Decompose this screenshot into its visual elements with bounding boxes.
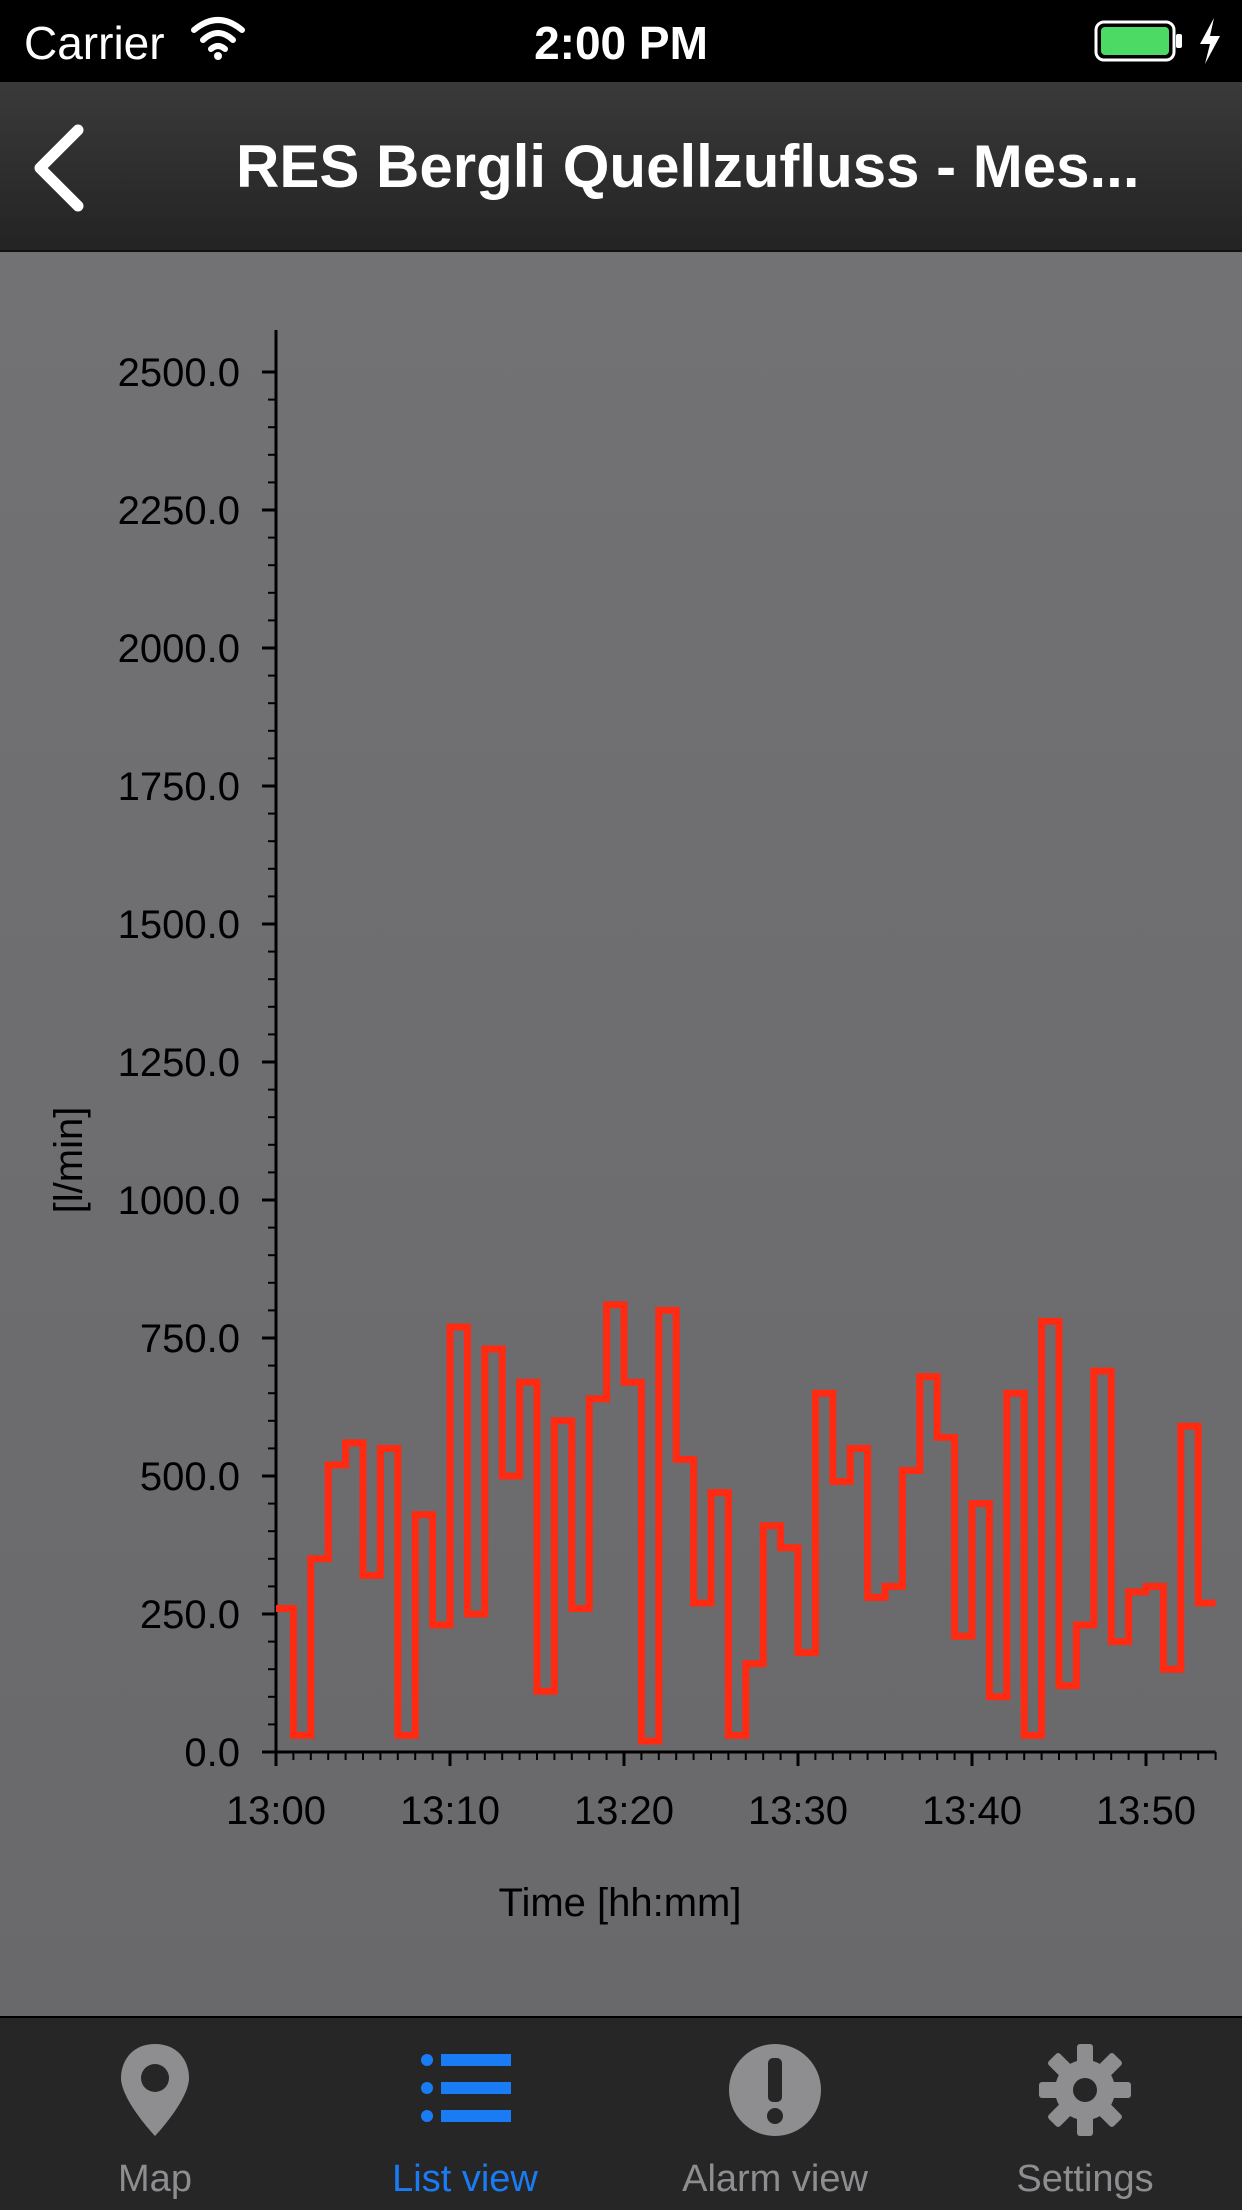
- data-series-line: [276, 1301, 1216, 1745]
- y-tick-label: 500.0: [140, 1455, 240, 1499]
- x-tick-label: 13:20: [574, 1789, 674, 1833]
- y-axis-title: [l/min]: [47, 1107, 91, 1214]
- tab-label-alarm-view: Alarm view: [682, 2158, 868, 2200]
- back-button[interactable]: [20, 118, 110, 218]
- clock: 2:00 PM: [534, 17, 708, 69]
- gear-icon: [1039, 2044, 1131, 2136]
- page-title: RES Bergli Quellzufluss - Mes...: [236, 133, 1140, 200]
- tab-settings[interactable]: Settings: [930, 2018, 1240, 2210]
- y-tick-label: 1750.0: [118, 765, 240, 809]
- y-tick-label: 250.0: [140, 1593, 240, 1637]
- x-tick-label: 13:10: [400, 1789, 500, 1833]
- y-tick-label: 1500.0: [118, 903, 240, 947]
- x-tick-label: 13:30: [748, 1789, 848, 1833]
- status-bar: Carrier 2:00 PM: [0, 0, 1242, 82]
- y-tick-label: 1000.0: [118, 1179, 240, 1223]
- y-tick-label: 2000.0: [118, 627, 240, 671]
- y-tick-label: 2500.0: [118, 351, 240, 395]
- list-icon: [421, 2054, 511, 2122]
- step-chart: 0.0 250.0 500.0 750.0 1000.0 1250.0 1500.0 1750…: [47, 330, 1217, 1925]
- navigation-bar: RES Bergli Quellzufluss - Mes...: [0, 82, 1242, 252]
- tab-label-settings: Settings: [1016, 2158, 1154, 2200]
- x-tick-label: 13:00: [226, 1789, 326, 1833]
- y-tick-label: 2250.0: [118, 489, 240, 533]
- y-tick-label: 1250.0: [118, 1041, 240, 1085]
- y-tick-label: 0.0: [184, 1731, 240, 1775]
- chart-area: 0.0 250.0 500.0 750.0 1000.0 1250.0 1500.0 1750…: [0, 252, 1242, 2016]
- tab-bar: Map List view Alarm view Settings: [0, 2016, 1242, 2210]
- map-pin-icon: [121, 2044, 189, 2136]
- charging-bolt-icon: [1200, 18, 1220, 64]
- y-tick-label: 750.0: [140, 1317, 240, 1361]
- battery-icon: [1094, 20, 1182, 62]
- alarm-exclamation-icon: [729, 2044, 821, 2136]
- tab-map[interactable]: Map: [0, 2018, 310, 2210]
- tab-alarm-view[interactable]: Alarm view: [620, 2018, 930, 2210]
- x-tick-label: 13:50: [1096, 1789, 1196, 1833]
- chevron-left-icon: [34, 124, 84, 212]
- tab-label-list-view: List view: [392, 2158, 538, 2200]
- tab-list-view[interactable]: List view: [310, 2018, 620, 2210]
- tab-label-map: Map: [118, 2158, 192, 2200]
- x-axis-title: Time [hh:mm]: [499, 1881, 742, 1925]
- x-tick-label: 13:40: [922, 1789, 1022, 1833]
